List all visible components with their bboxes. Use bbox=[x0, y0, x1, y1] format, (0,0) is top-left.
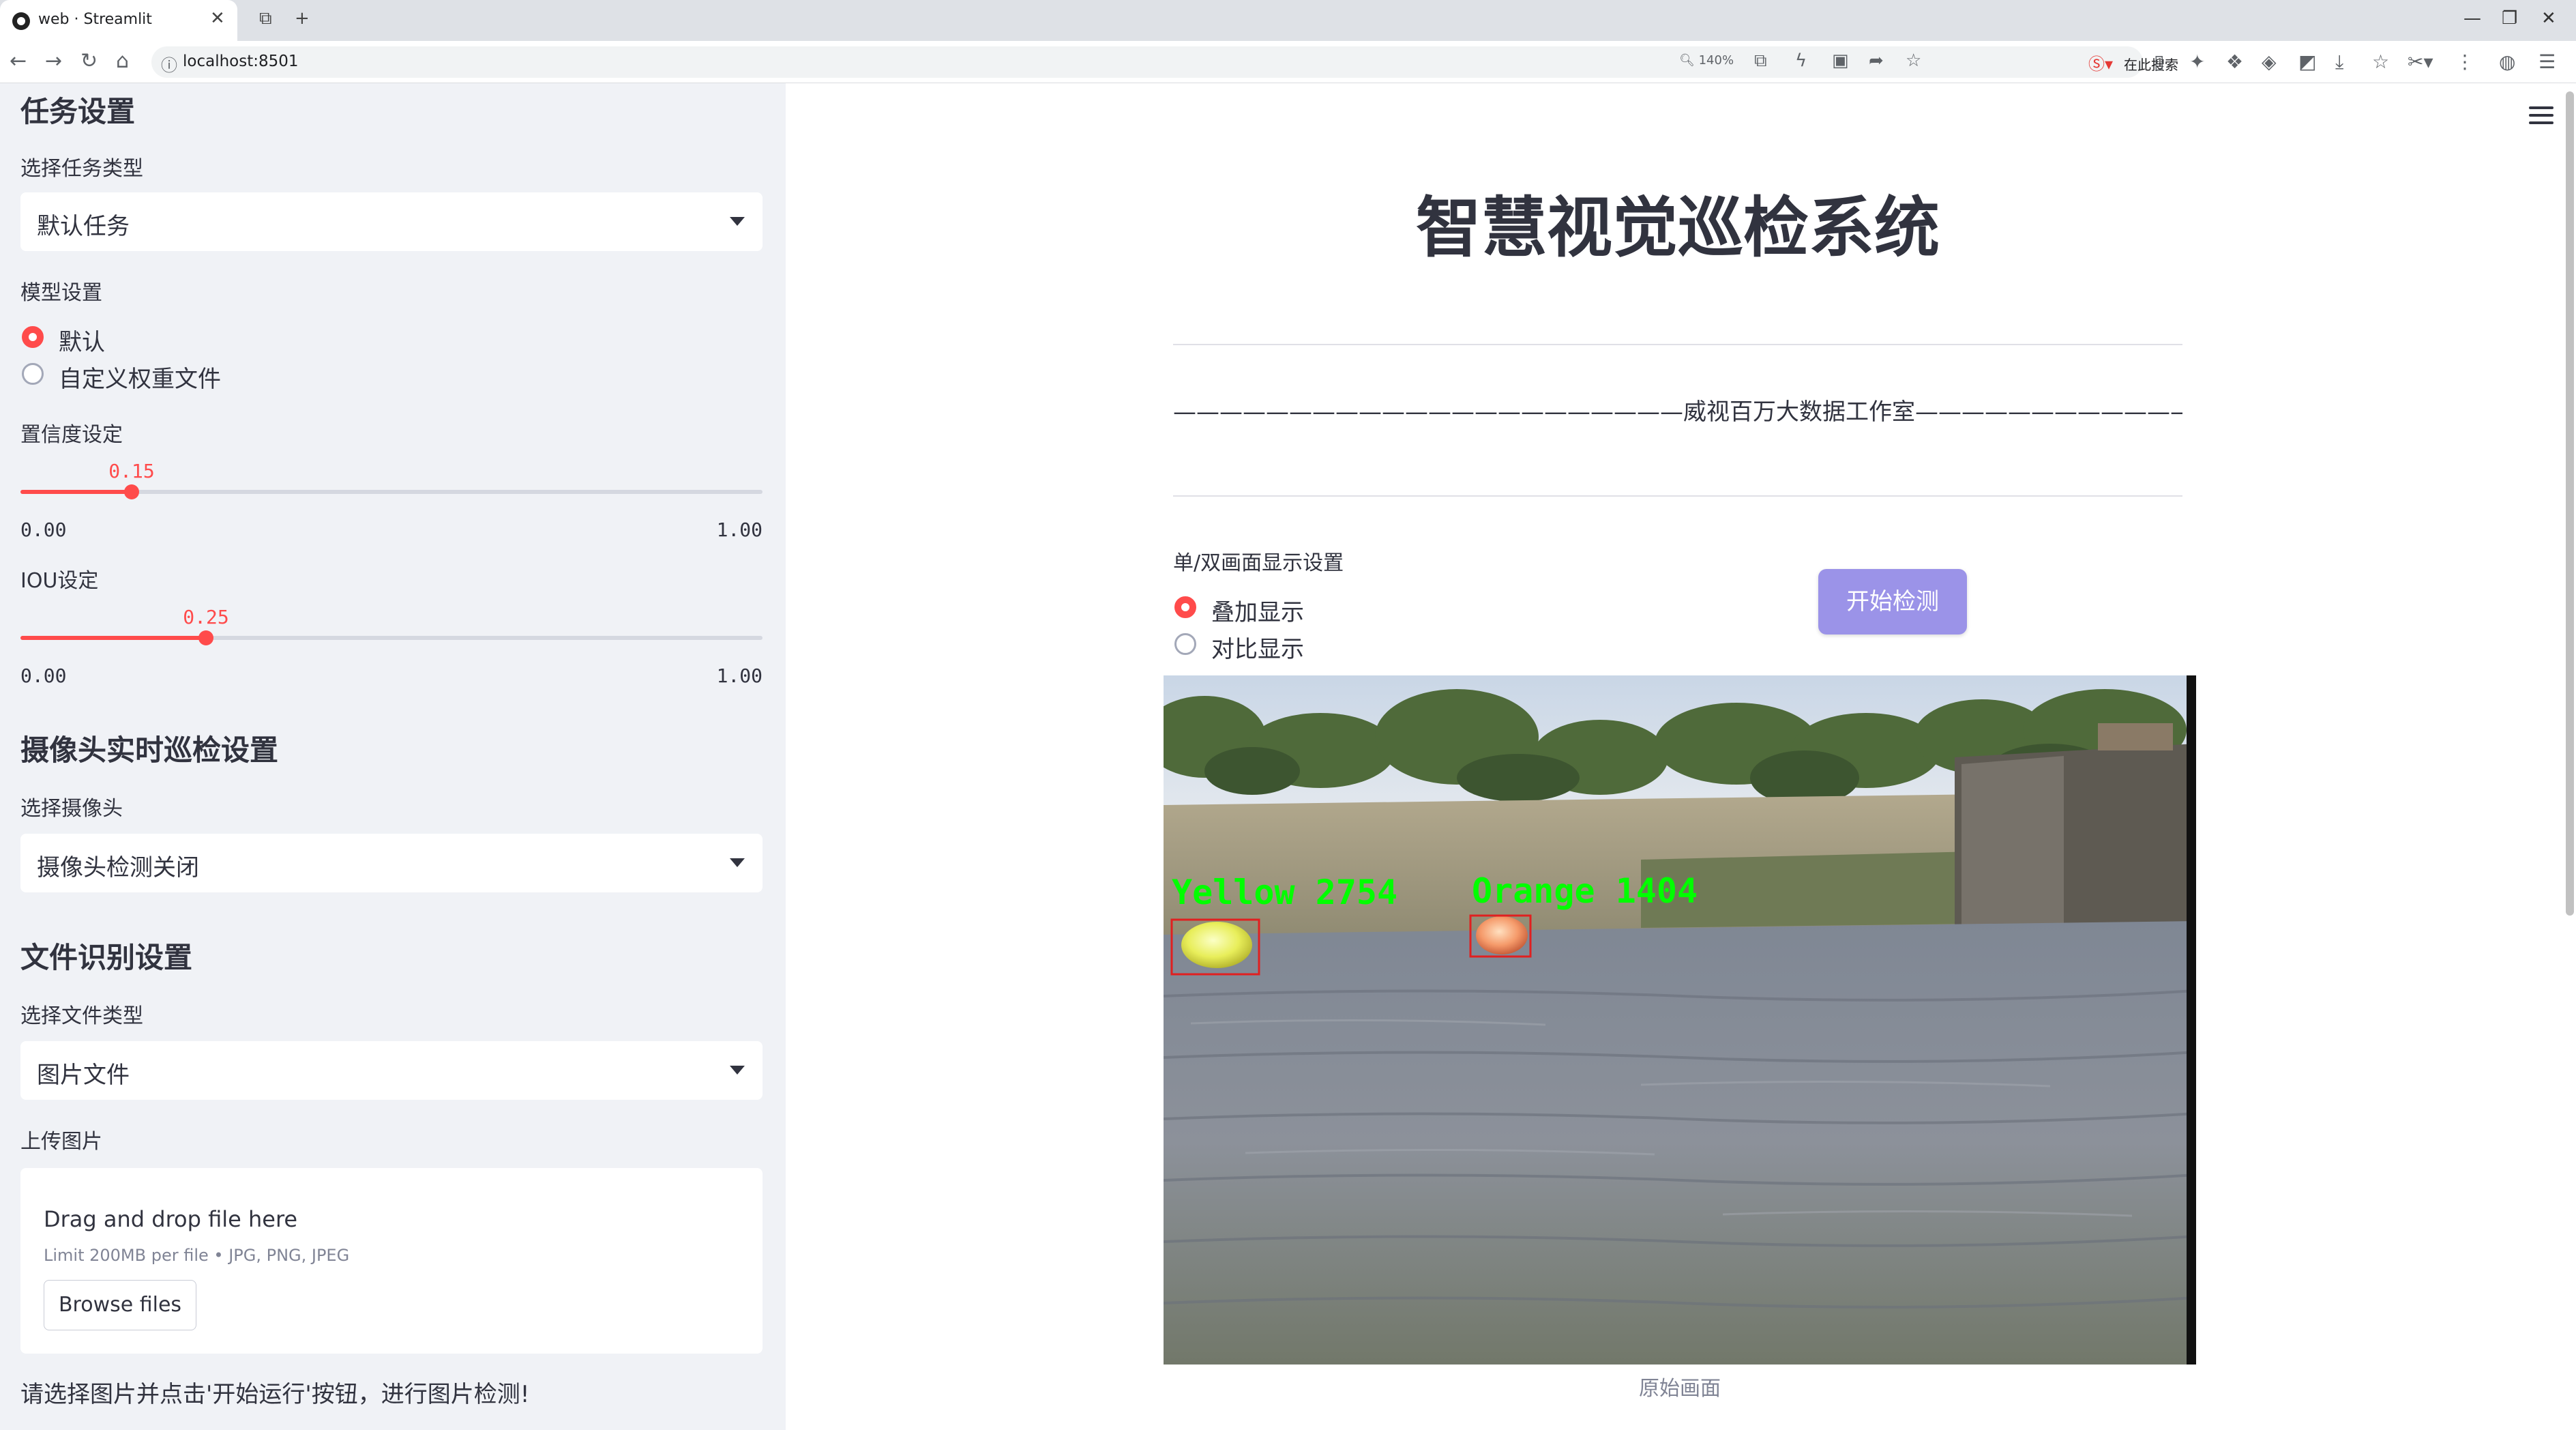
browser-menu-icon[interactable]: ☰ bbox=[2538, 50, 2556, 73]
browser-toolbar: ← → ↻ ⌂ ⓘ localhost:8501 🔍︎ 140% ⧉ ϟ ▣ ➦… bbox=[0, 41, 2576, 83]
confidence-slider[interactable]: 0.15 0.00 1.00 bbox=[20, 460, 763, 541]
slider-thumb[interactable] bbox=[198, 630, 213, 645]
chevron-down-icon bbox=[730, 1066, 745, 1075]
url-text: localhost:8501 bbox=[183, 53, 299, 70]
model-settings-label: 模型设置 bbox=[20, 281, 102, 305]
screenshot-icon[interactable]: ✂▾ bbox=[2408, 50, 2433, 73]
home-icon[interactable]: ⌂ bbox=[116, 49, 129, 73]
display-mode-label: 单/双画面显示设置 bbox=[1173, 551, 1344, 575]
task-type-label: 选择任务类型 bbox=[20, 157, 143, 181]
upload-drop-text: Drag and drop file here bbox=[44, 1206, 298, 1232]
chevron-down-icon bbox=[730, 217, 745, 226]
radio-checked-icon bbox=[1174, 596, 1196, 618]
camera-settings-heading: 摄像头实时巡检设置 bbox=[20, 733, 279, 767]
slider-fill bbox=[20, 490, 132, 494]
file-type-label: 选择文件类型 bbox=[20, 1004, 143, 1028]
hamburger-menu-icon[interactable] bbox=[2529, 106, 2553, 124]
reload-icon[interactable]: ↻ bbox=[80, 49, 98, 73]
start-detection-button[interactable]: 开始检测 bbox=[1818, 569, 1967, 634]
zoom-level[interactable]: 🔍︎ 140% bbox=[1679, 53, 1734, 68]
profile-avatar[interactable]: ◍ bbox=[2499, 50, 2515, 73]
forward-icon[interactable]: → bbox=[45, 49, 62, 73]
more-menu-icon[interactable]: ⋮ bbox=[2455, 50, 2474, 73]
slider-current-value: 0.15 bbox=[108, 460, 155, 482]
task-type-select[interactable]: 默认任务 bbox=[20, 192, 763, 251]
radio-unchecked-icon bbox=[22, 363, 44, 385]
model-option-label: 自定义权重文件 bbox=[59, 366, 221, 393]
extension-icon[interactable]: ✦ bbox=[2189, 50, 2205, 73]
browse-files-button[interactable]: Browse files bbox=[44, 1280, 196, 1330]
radio-checked-icon bbox=[22, 326, 44, 348]
upload-limit-text: Limit 200MB per file • JPG, PNG, JPEG bbox=[44, 1246, 350, 1265]
zoom-value: 140% bbox=[1698, 53, 1734, 68]
tab-close-icon[interactable]: ✕ bbox=[210, 8, 225, 29]
lightning-icon[interactable]: ϟ bbox=[1795, 50, 1807, 71]
chevron-down-icon bbox=[730, 858, 745, 867]
slider-thumb[interactable] bbox=[124, 484, 139, 499]
upload-hint: 请选择图片并点击'开始运行'按钮，进行图片检测! bbox=[20, 1381, 530, 1408]
display-option-label: 对比显示 bbox=[1211, 636, 1304, 663]
minimize-icon[interactable]: — bbox=[2463, 8, 2481, 29]
tab-group-icon[interactable]: ⧉ bbox=[259, 8, 272, 29]
display-option-label: 叠加显示 bbox=[1211, 599, 1304, 626]
slider-min: 0.00 bbox=[20, 519, 67, 541]
address-bar[interactable]: ⓘ localhost:8501 🔍︎ 140% ⧉ ϟ ▣ ➦ ☆ Ⓢ▾ 在此… bbox=[151, 46, 2178, 78]
detection-label-yellow: Yellow 2754 bbox=[1172, 873, 1397, 912]
window-close-icon[interactable]: ✕ bbox=[2541, 8, 2556, 29]
device-icon[interactable]: ▯ bbox=[2154, 50, 2164, 73]
extension-icon[interactable]: ◈ bbox=[2262, 50, 2277, 73]
detection-image: Yellow 2754 Orange 1404 bbox=[1164, 675, 2196, 1365]
zoom-icon: 🔍︎ bbox=[1679, 53, 1695, 68]
camera-select-value: 摄像头检测关闭 bbox=[37, 854, 199, 881]
slider-min: 0.00 bbox=[20, 665, 67, 687]
iou-label: IOU设定 bbox=[20, 569, 99, 593]
back-icon[interactable]: ← bbox=[10, 49, 27, 73]
translate-icon[interactable]: ⧉ bbox=[1754, 50, 1767, 72]
bookmark-star-icon[interactable]: ☆ bbox=[1906, 50, 1921, 71]
slider-fill bbox=[20, 636, 206, 640]
page-scrollbar[interactable] bbox=[2566, 91, 2574, 916]
divider bbox=[1173, 344, 2182, 345]
new-tab-icon[interactable]: + bbox=[295, 8, 310, 29]
camera-select[interactable]: 摄像头检测关闭 bbox=[20, 834, 763, 892]
upload-label: 上传图片 bbox=[20, 1130, 102, 1154]
detection-frame-svg: Yellow 2754 Orange 1404 bbox=[1164, 675, 2196, 1365]
image-caption: 原始画面 bbox=[1639, 1377, 1721, 1401]
extension-icon[interactable]: ❖ bbox=[2226, 50, 2243, 73]
task-settings-heading: 任务设置 bbox=[20, 95, 136, 128]
browser-tabbar: web · Streamlit ✕ ⧉ + — ❐ ✕ bbox=[0, 0, 2576, 41]
file-uploader-dropzone[interactable]: Drag and drop file here Limit 200MB per … bbox=[20, 1168, 763, 1354]
download-icon[interactable]: ⤓ bbox=[2335, 50, 2343, 74]
divider bbox=[1173, 495, 2182, 497]
restore-icon[interactable]: ❐ bbox=[2502, 8, 2517, 29]
camera-select-label: 选择摄像头 bbox=[20, 797, 123, 821]
browser-tab[interactable]: web · Streamlit ✕ bbox=[0, 0, 237, 41]
slider-max: 1.00 bbox=[716, 665, 763, 687]
file-type-select[interactable]: 图片文件 bbox=[20, 1041, 763, 1100]
favorites-icon[interactable]: ☆ bbox=[2372, 50, 2389, 73]
streamlit-favicon-icon bbox=[12, 12, 30, 30]
confidence-label: 置信度设定 bbox=[20, 423, 123, 447]
studio-subtitle: ——————————————————————威视百万大数据工作室————————… bbox=[1173, 398, 2182, 426]
file-settings-heading: 文件识别设置 bbox=[20, 941, 193, 974]
iou-slider[interactable]: 0.25 0.00 1.00 bbox=[20, 606, 763, 687]
site-info-icon[interactable]: ⓘ bbox=[161, 52, 177, 76]
task-type-value: 默认任务 bbox=[37, 213, 130, 240]
extension-icon[interactable]: ◩ bbox=[2298, 50, 2316, 73]
detection-label-orange: Orange 1404 bbox=[1472, 871, 1698, 911]
page-title: 智慧视觉巡检系统 bbox=[1416, 190, 1940, 266]
radio-unchecked-icon bbox=[1174, 633, 1196, 655]
search-engine-icon: Ⓢ▾ bbox=[2088, 55, 2114, 74]
share-icon[interactable]: ➦ bbox=[1869, 50, 1884, 71]
model-option-label: 默认 bbox=[59, 329, 105, 356]
tab-title: web · Streamlit bbox=[38, 11, 152, 28]
search-placeholder: 在此搜索 bbox=[2124, 57, 2178, 73]
file-type-value: 图片文件 bbox=[37, 1062, 130, 1089]
slider-max: 1.00 bbox=[716, 519, 763, 541]
sidebar: 任务设置 选择任务类型 默认任务 模型设置 默认 自定义权重文件 置信度设定 0… bbox=[0, 83, 786, 1430]
slider-current-value: 0.25 bbox=[183, 606, 229, 628]
reader-icon[interactable]: ▣ bbox=[1832, 50, 1849, 71]
